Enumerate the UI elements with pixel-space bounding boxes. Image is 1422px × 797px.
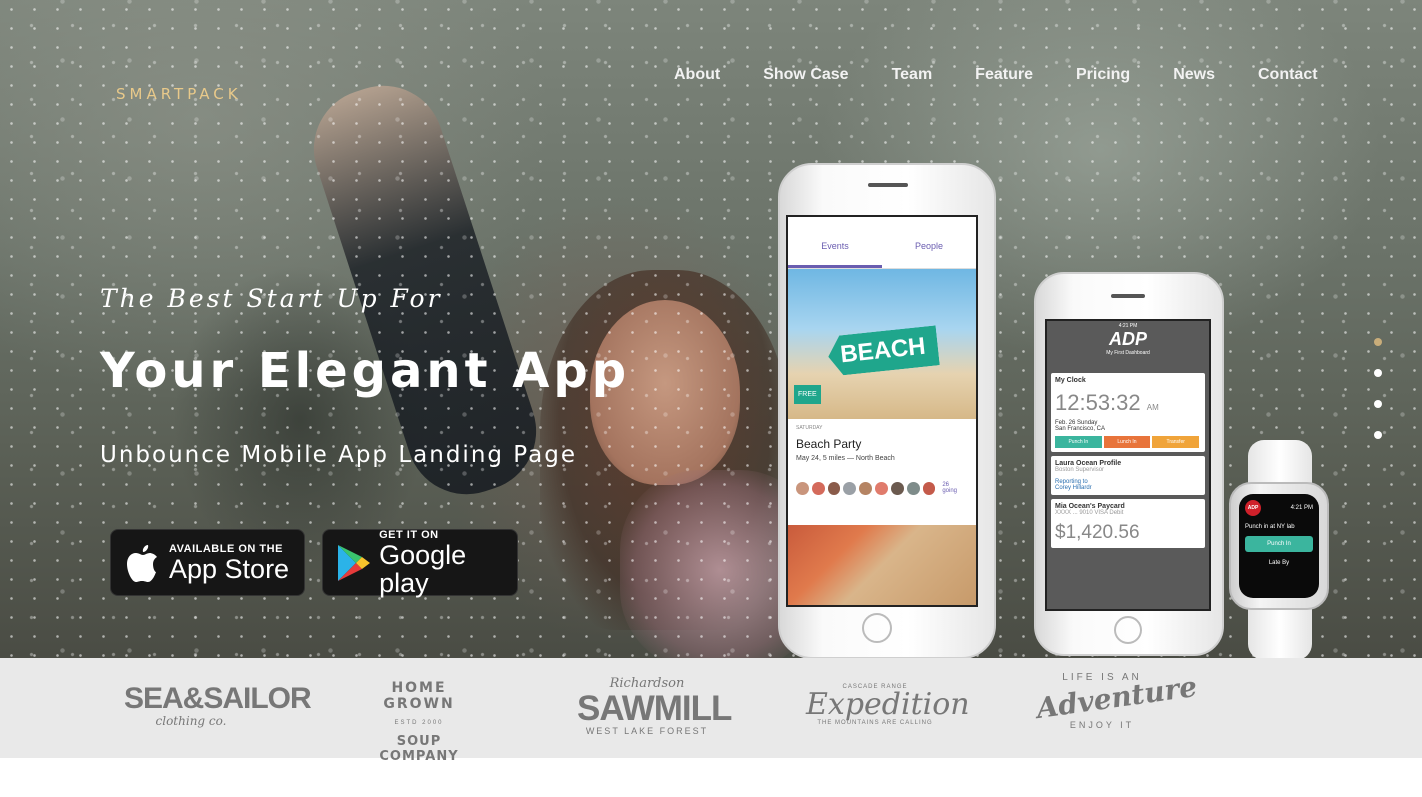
home-button	[862, 613, 892, 643]
free-badge: FREE	[794, 385, 821, 404]
client-logo-adventure: LIFE IS AN Adventure ENJOY IT	[1034, 670, 1199, 730]
clock-place: San Francisco, CA	[1055, 426, 1106, 432]
clock-card-title: My Clock	[1055, 377, 1086, 384]
watch-time: 4:21 PM	[1290, 505, 1313, 511]
avatar	[827, 482, 841, 495]
client-logo-expedition: CASCADE RANGE Expedition THE MOUNTAINS A…	[806, 684, 970, 726]
paycard-amount: $1,420.56	[1055, 522, 1140, 543]
nav-news[interactable]: News	[1173, 66, 1215, 84]
google-play-icon	[333, 541, 375, 585]
app-store-small: AVAILABLE ON THE	[169, 542, 283, 555]
hero-tagline: The Best Start Up For	[100, 284, 443, 313]
slider-dots	[1374, 338, 1382, 462]
slider-dot-3[interactable]	[1374, 400, 1382, 408]
attendee-avatars: 26 going	[788, 466, 976, 495]
google-play-button[interactable]: GET IT ON Google play	[322, 528, 518, 598]
beach-image: BEACH FREE	[788, 269, 976, 419]
avatar	[875, 482, 888, 495]
avatar	[922, 482, 936, 495]
main-nav: About Show Case Team Feature Pricing New…	[674, 66, 1318, 84]
phone-speaker	[1111, 294, 1145, 298]
avatar	[843, 482, 857, 495]
slider-dot-1[interactable]	[1374, 338, 1382, 346]
phone-events-screen: Events People BEACH FREE SATURDAY Beach …	[786, 215, 978, 607]
avatar	[859, 482, 873, 495]
watch-adp-badge: ADP	[1245, 500, 1261, 516]
clock-time-value: 12:53:32	[1055, 390, 1141, 415]
nav-show-case[interactable]: Show Case	[763, 66, 848, 84]
profile-card: Laura Ocean Profile Boston Supervisor Re…	[1051, 456, 1205, 495]
hg-top: HOME GROWN	[383, 680, 455, 712]
saw-bottom: WEST LAKE FOREST	[585, 726, 709, 736]
apple-icon	[121, 541, 165, 585]
brand-logo[interactable]: SMARTPACK	[116, 85, 242, 103]
watch-screen: ADP 4:21 PM Punch in at NY lab Punch In …	[1239, 494, 1319, 598]
avatar	[906, 482, 920, 495]
adp-logo: ADP	[1108, 329, 1147, 349]
sea-main: SEA&SAILOR	[124, 682, 312, 715]
profile-role: Boston Supervisor	[1055, 467, 1105, 473]
hg-mid: ESTD 2000	[394, 720, 444, 726]
going-count: 26 going	[942, 482, 957, 494]
event-subtitle: May 24, 5 miles — North Beach	[796, 455, 895, 462]
avatar	[796, 482, 809, 495]
paycard-title: Mia Ocean's Paycard	[1055, 503, 1125, 510]
client-logo-sea-sailor: SEA&SAILOR clothing co.	[124, 682, 312, 729]
google-play-small: GET IT ON	[379, 528, 439, 541]
nav-feature[interactable]: Feature	[975, 66, 1033, 84]
paycard-card: Mia Ocean's Paycard XXXX ... 9010 VISA D…	[1051, 499, 1205, 548]
punch-in-button: Punch In	[1055, 436, 1102, 448]
exp-bottom: THE MOUNTAINS ARE CALLING	[817, 720, 933, 726]
avatar	[890, 482, 904, 495]
saw-main: SAWMILL	[577, 689, 732, 728]
hg-bottom: SOUP COMPANY	[379, 734, 459, 764]
clock-card: My Clock 12:53:32 AM Feb. 26 Sunday San …	[1051, 373, 1205, 452]
google-play-big: Google play	[379, 539, 467, 598]
client-logo-home-grown: HOME GROWN ESTD 2000 SOUP COMPANY	[355, 680, 483, 764]
nav-contact[interactable]: Contact	[1258, 66, 1318, 84]
profile-manager: Corey Hillardr	[1055, 485, 1092, 491]
home-button	[1114, 616, 1142, 644]
lunch-in-button: Lunch In	[1103, 436, 1151, 448]
hero-section: SMARTPACK About Show Case Team Feature P…	[0, 0, 1422, 658]
hero-headline: Your Elegant App	[100, 343, 631, 399]
watch-message: Punch in at NY lab	[1245, 524, 1295, 530]
beach-sign: BEACH	[826, 325, 940, 376]
phone-adp-mockup: 4:21 PM ADP My First Dashboard My Clock …	[1034, 272, 1224, 656]
watch-late: Late By	[1268, 560, 1290, 566]
chair-image	[788, 525, 976, 605]
event-title: Beach Party	[796, 437, 862, 451]
sea-sub: clothing co.	[155, 714, 227, 728]
watch-punch-button: Punch In	[1245, 536, 1313, 552]
app-store-button[interactable]: AVAILABLE ON THE App Store	[110, 529, 305, 596]
hero-subhead: Unbounce Mobile App Landing Page	[100, 442, 577, 468]
nav-pricing[interactable]: Pricing	[1076, 66, 1130, 84]
transfer-button: Transfer	[1152, 436, 1200, 448]
paycard-sub: XXXX ... 9010 VISA Debit	[1055, 510, 1124, 516]
tab-people: People	[914, 241, 944, 251]
client-logo-sawmill: Richardson SAWMILL WEST LAKE FOREST	[577, 676, 732, 736]
app-store-big: App Store	[169, 553, 290, 584]
slider-dot-4[interactable]	[1374, 431, 1382, 439]
events-tabs: Events People	[788, 217, 976, 269]
profile-card-title: Laura Ocean Profile	[1055, 460, 1122, 467]
smartwatch-mockup: ADP 4:21 PM Punch in at NY lab Punch In …	[1229, 482, 1329, 610]
clock-time: 12:53:32 AM	[1055, 390, 1201, 416]
adp-dashboard-title: My First Dashboard	[1106, 350, 1150, 356]
phone-adp-screen: 4:21 PM ADP My First Dashboard My Clock …	[1045, 319, 1211, 611]
event-meta: SATURDAY	[796, 425, 823, 431]
exp-main: Expedition	[806, 687, 970, 722]
slider-dot-2[interactable]	[1374, 369, 1382, 377]
nav-team[interactable]: Team	[892, 66, 933, 84]
phone-events-mockup: Events People BEACH FREE SATURDAY Beach …	[778, 163, 996, 658]
avatar	[811, 482, 825, 495]
nav-about[interactable]: About	[674, 66, 720, 84]
adp-time: 4:21 PM	[1118, 323, 1138, 329]
adp-header: 4:21 PM ADP My First Dashboard	[1047, 321, 1209, 371]
phone-speaker	[868, 183, 908, 187]
tab-events: Events	[788, 217, 882, 268]
clock-ampm: AM	[1146, 403, 1159, 412]
